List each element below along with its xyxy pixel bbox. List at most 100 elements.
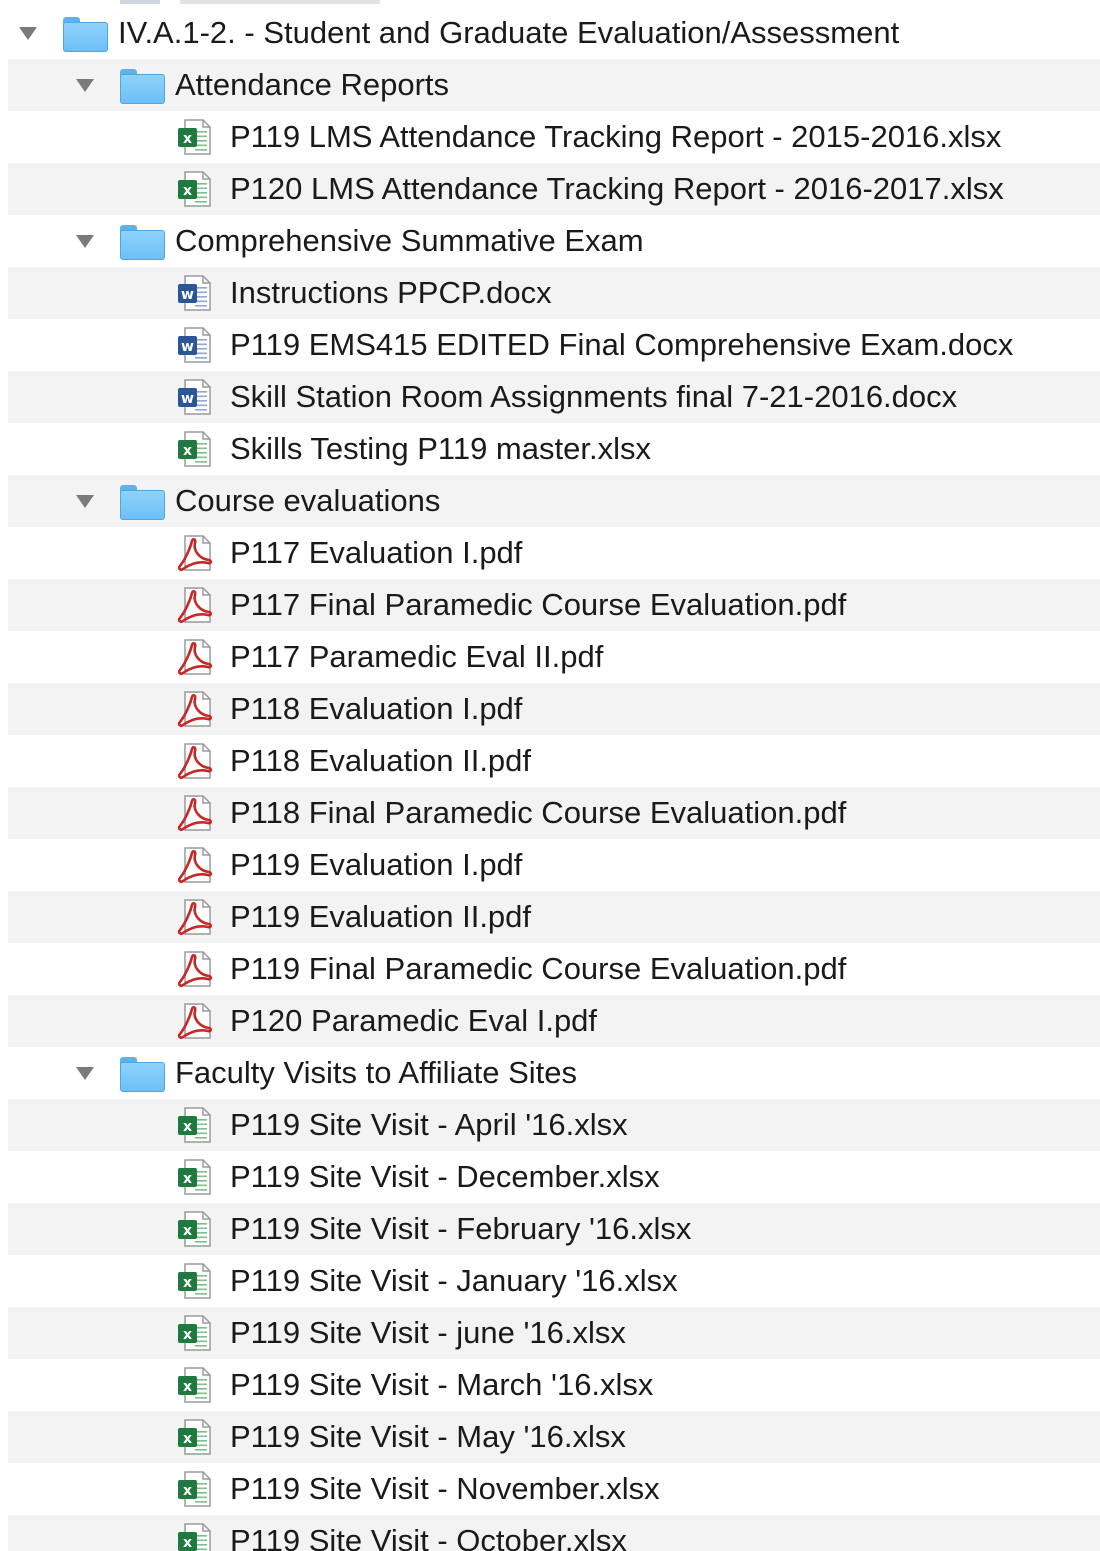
excel-file-icon: x [173,429,217,469]
disclosure-triangle[interactable] [65,1053,105,1093]
folder-row[interactable]: Course evaluations [8,475,1100,527]
file-row[interactable]: x Skills Testing P119 master.xlsx [8,423,1100,475]
triangle-down-icon [19,26,37,40]
disclosure-triangle[interactable] [65,221,105,261]
file-name: P119 Site Visit - june '16.xlsx [230,1315,626,1350]
file-row[interactable]: P119 Evaluation I.pdf [8,839,1100,891]
word-file-icon: w [173,273,217,313]
svg-text:x: x [183,1327,192,1343]
svg-text:x: x [183,1275,192,1291]
pdf-file-icon [173,689,217,729]
file-row[interactable]: x P119 Site Visit - December.xlsx [8,1151,1100,1203]
file-row[interactable]: w Instructions PPCP.docx [8,267,1100,319]
file-row[interactable]: P118 Evaluation II.pdf [8,735,1100,787]
excel-file-icon: x [173,169,217,209]
excel-file-icon: x [173,1209,217,1249]
file-row[interactable]: P117 Final Paramedic Course Evaluation.p… [8,579,1100,631]
file-name: P119 Site Visit - March '16.xlsx [230,1367,654,1402]
file-row[interactable]: P118 Final Paramedic Course Evaluation.p… [8,787,1100,839]
file-name: P119 Site Visit - December.xlsx [230,1159,660,1194]
file-name: P118 Final Paramedic Course Evaluation.p… [230,795,847,830]
file-name: P118 Evaluation I.pdf [230,691,523,726]
file-row[interactable]: P117 Evaluation I.pdf [8,527,1100,579]
file-name: P119 Site Visit - April '16.xlsx [230,1107,628,1142]
svg-text:x: x [183,1535,192,1551]
pdf-file-icon [173,949,217,989]
svg-text:x: x [183,1483,192,1499]
folder-icon [119,1055,165,1092]
file-name: Skills Testing P119 master.xlsx [230,431,651,466]
excel-file-icon: x [173,1365,217,1405]
disclosure-triangle[interactable] [8,13,48,53]
svg-text:x: x [183,1119,192,1135]
pdf-file-icon [173,533,217,573]
triangle-down-icon [76,1066,94,1080]
file-row[interactable]: x P120 LMS Attendance Tracking Report - 2… [8,163,1100,215]
file-row[interactable]: x P119 Site Visit - February '16.xlsx [8,1203,1100,1255]
file-name: P119 Site Visit - November.xlsx [230,1471,660,1506]
file-name: Skill Station Room Assignments final 7-2… [230,379,958,414]
file-row[interactable]: P118 Evaluation I.pdf [8,683,1100,735]
svg-text:x: x [183,1431,192,1447]
pdf-file-icon [173,845,217,885]
file-name: P119 Site Visit - January '16.xlsx [230,1263,678,1298]
file-name: P117 Final Paramedic Course Evaluation.p… [230,587,847,622]
excel-file-icon: x [173,1313,217,1353]
pdf-file-icon [173,1001,217,1041]
file-name: P120 LMS Attendance Tracking Report - 20… [230,171,1004,206]
file-name: P119 Evaluation I.pdf [230,847,523,882]
svg-text:x: x [183,1379,192,1395]
svg-text:x: x [183,183,192,199]
pdf-file-icon [173,897,217,937]
file-name: P117 Paramedic Eval II.pdf [230,639,604,674]
folder-icon [119,223,165,260]
folder-icon [119,483,165,520]
folder-name: Course evaluations [175,483,441,518]
clipped-row-above [120,0,380,4]
svg-text:x: x [183,131,192,147]
word-file-icon: w [173,325,217,365]
file-name: P119 Site Visit - October.xlsx [230,1523,627,1551]
pdf-file-icon [173,637,217,677]
folder-name: IV.A.1-2. - Student and Graduate Evaluat… [118,15,900,50]
folder-name: Faculty Visits to Affiliate Sites [175,1055,578,1090]
file-row[interactable]: P119 Final Paramedic Course Evaluation.p… [8,943,1100,995]
pdf-file-icon [173,793,217,833]
folder-icon [62,15,108,52]
folder-name: Attendance Reports [175,67,450,102]
file-row[interactable]: w P119 EMS415 EDITED Final Comprehensive … [8,319,1100,371]
svg-text:x: x [183,1223,192,1239]
file-row[interactable]: x P119 Site Visit - January '16.xlsx [8,1255,1100,1307]
triangle-down-icon [76,234,94,248]
file-name: P119 EMS415 EDITED Final Comprehensive E… [230,327,1014,362]
file-row[interactable]: x P119 Site Visit - April '16.xlsx [8,1099,1100,1151]
file-row[interactable]: x P119 Site Visit - November.xlsx [8,1463,1100,1515]
folder-row[interactable]: Comprehensive Summative Exam [8,215,1100,267]
svg-text:x: x [183,443,192,459]
file-row[interactable]: x P119 Site Visit - October.xlsx [8,1515,1100,1551]
triangle-down-icon [76,494,94,508]
file-row[interactable]: x P119 Site Visit - May '16.xlsx [8,1411,1100,1463]
folder-row[interactable]: Attendance Reports [8,59,1100,111]
file-name: P119 Final Paramedic Course Evaluation.p… [230,951,847,986]
svg-text:w: w [181,339,194,355]
file-row[interactable]: x P119 Site Visit - june '16.xlsx [8,1307,1100,1359]
disclosure-triangle[interactable] [65,481,105,521]
excel-file-icon: x [173,117,217,157]
file-row[interactable]: x P119 Site Visit - March '16.xlsx [8,1359,1100,1411]
file-row[interactable]: P120 Paramedic Eval I.pdf [8,995,1100,1047]
file-row[interactable]: P117 Paramedic Eval II.pdf [8,631,1100,683]
svg-text:w: w [181,287,194,303]
disclosure-triangle[interactable] [65,65,105,105]
file-row[interactable]: P119 Evaluation II.pdf [8,891,1100,943]
file-row[interactable]: x P119 LMS Attendance Tracking Report - 2… [8,111,1100,163]
file-name: Instructions PPCP.docx [230,275,552,310]
folder-row[interactable]: Faculty Visits to Affiliate Sites [8,1047,1100,1099]
folder-row[interactable]: IV.A.1-2. - Student and Graduate Evaluat… [8,7,1100,59]
file-name: P119 Site Visit - May '16.xlsx [230,1419,626,1454]
excel-file-icon: x [173,1521,217,1551]
file-row[interactable]: w Skill Station Room Assignments final 7-… [8,371,1100,423]
folder-name: Comprehensive Summative Exam [175,223,644,258]
file-name: P119 LMS Attendance Tracking Report - 20… [230,119,1002,154]
pdf-file-icon [173,741,217,781]
